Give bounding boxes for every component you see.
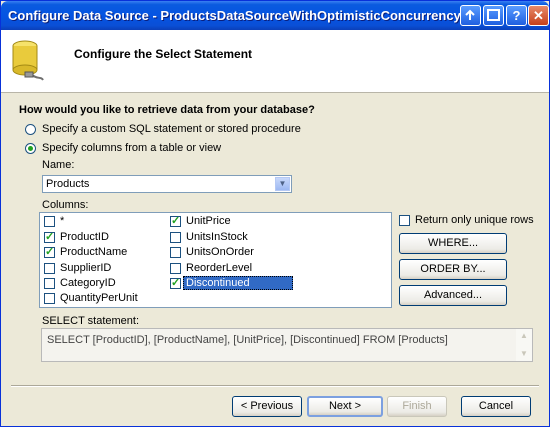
unique-rows-checkbox[interactable] (399, 215, 410, 226)
column-label-supplierid: SupplierID (60, 262, 112, 274)
radio-table-columns-label[interactable]: Specify columns from a table or view (42, 142, 221, 154)
previous-button[interactable]: < Previous (232, 396, 302, 417)
column-checkbox-productid[interactable] (44, 230, 55, 243)
column-checkbox-star[interactable] (44, 216, 55, 227)
column-checkbox-unitsinstock[interactable] (170, 232, 181, 243)
help-button[interactable]: ? (506, 5, 527, 26)
column-label-productid: ProductID (60, 231, 109, 243)
select-statement-label: SELECT statement: (42, 315, 140, 327)
column-label-quantityperunit: QuantityPerUnit (60, 292, 138, 304)
column-label-star: * (60, 215, 65, 227)
maximize-icon[interactable] (483, 5, 504, 26)
cancel-button[interactable]: Cancel (461, 396, 531, 417)
column-label-reorderlevel: ReorderLevel (186, 262, 253, 274)
retrieve-question: How would you like to retrieve data from… (19, 104, 315, 116)
column-label-unitsinstock: UnitsInStock (186, 231, 248, 243)
finish-button[interactable]: Finish (387, 396, 447, 417)
database-icon (12, 40, 44, 81)
dialog-window: Configure Data Source - ProductsDataSour… (0, 0, 550, 427)
advanced-button[interactable]: Advanced... (399, 285, 507, 306)
unique-rows-label: Return only unique rows (415, 214, 534, 226)
chevron-down-icon[interactable]: ▼ (275, 177, 290, 191)
window-title: Configure Data Source - ProductsDataSour… (8, 8, 461, 23)
select-statement-box[interactable]: SELECT [ProductID], [ProductName], [Unit… (41, 328, 533, 362)
column-checkbox-discontinued[interactable] (170, 276, 181, 289)
column-checkbox-supplierid[interactable] (44, 263, 55, 274)
column-checkbox-productname[interactable] (44, 245, 55, 258)
radio-custom-sql-label[interactable]: Specify a custom SQL statement or stored… (42, 123, 301, 135)
column-label-unitprice: UnitPrice (186, 215, 231, 227)
select-scrollbar[interactable]: ▲ ▼ (516, 329, 532, 361)
columns-label: Columns: (42, 199, 89, 211)
column-label-productname: ProductName (60, 246, 128, 258)
table-name-dropdown[interactable]: Products ▼ (42, 175, 292, 193)
close-button[interactable]: ✕ (528, 5, 549, 26)
column-label-unitsonorder: UnitsOnOrder (186, 246, 254, 258)
footer-divider (11, 385, 539, 387)
where-button[interactable]: WHERE... (399, 233, 507, 254)
restore-icon[interactable] (460, 5, 481, 26)
radio-custom-sql[interactable] (25, 124, 36, 135)
name-label: Name: (42, 159, 75, 171)
next-button[interactable]: Next > (307, 396, 383, 417)
column-checkbox-unitprice[interactable] (170, 214, 181, 227)
select-statement-text: SELECT [ProductID], [ProductName], [Unit… (47, 334, 448, 346)
scroll-down-icon[interactable]: ▼ (518, 348, 530, 360)
title-bar[interactable]: Configure Data Source - ProductsDataSour… (1, 1, 549, 30)
column-label-discontinued: Discontinued (186, 277, 250, 289)
column-checkbox-unitsonorder[interactable] (170, 247, 181, 258)
column-checkbox-reorderlevel[interactable] (170, 263, 181, 274)
radio-table-columns[interactable] (25, 143, 36, 154)
wizard-header: Configure the Select Statement (1, 30, 549, 93)
order-by-button[interactable]: ORDER BY... (399, 259, 507, 280)
column-label-categoryid: CategoryID (60, 277, 116, 289)
table-name-value: Products (46, 178, 90, 190)
scroll-up-icon[interactable]: ▲ (518, 330, 530, 342)
column-checkbox-categoryid[interactable] (44, 278, 55, 289)
column-checkbox-quantityperunit[interactable] (44, 293, 55, 304)
page-title: Configure the Select Statement (74, 47, 253, 61)
